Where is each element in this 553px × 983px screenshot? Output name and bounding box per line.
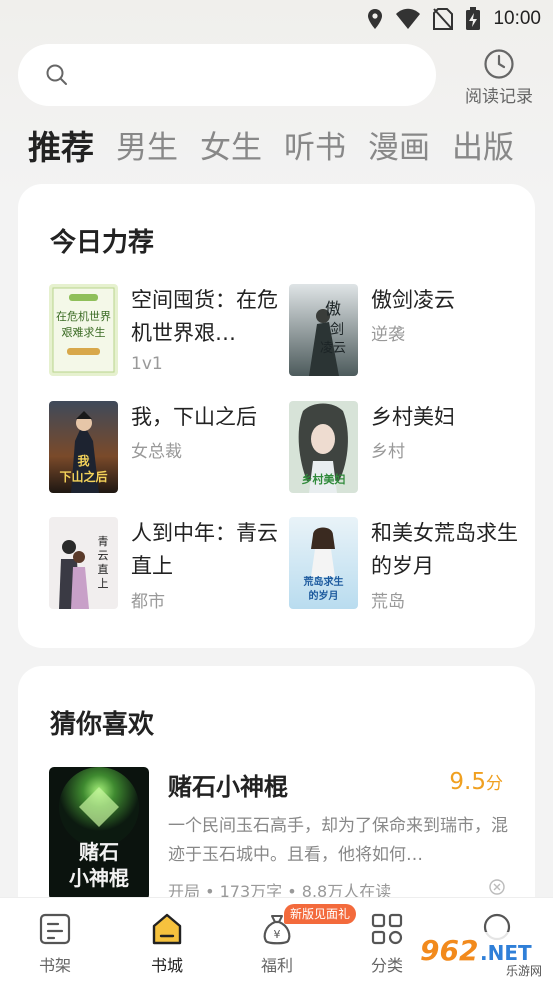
tab-male[interactable]: 男生 bbox=[116, 122, 178, 174]
nav-label: 福利 bbox=[260, 956, 293, 975]
recommend-card: 今日力荐 在危机世界 艰难求生 空间囤货：在危机世界艰… 1v1 傲 剑 凌云 … bbox=[18, 184, 535, 648]
book-tag: 逆袭 bbox=[371, 325, 405, 345]
tab-audiobook[interactable]: 听书 bbox=[284, 122, 346, 174]
svg-text:我: 我 bbox=[77, 453, 89, 468]
book-tag: 荒岛 bbox=[371, 592, 405, 612]
book-tag: 1v1 bbox=[131, 354, 163, 374]
wifi-icon bbox=[396, 8, 421, 29]
svg-text:直: 直 bbox=[98, 562, 109, 576]
guess-card: 猜你喜欢 赌石 小神棍 赌石小神棍 9.5分 一个民间玉石高手，却为了保命来到瑞… bbox=[18, 666, 535, 926]
battery-charging-icon bbox=[466, 7, 481, 30]
book-item[interactable]: 傲 剑 凌云 傲剑凌云 逆袭 bbox=[289, 284, 519, 378]
book-title: 人到中年：青云直上 bbox=[131, 521, 278, 578]
book-item[interactable]: 我 下山之后 我，下山之后 女总裁 bbox=[49, 401, 279, 495]
book-tag: 乡村 bbox=[371, 442, 405, 462]
book-cover: 乡村美妇 bbox=[289, 401, 358, 493]
book-cover: 在危机世界 艰难求生 bbox=[49, 284, 118, 376]
svg-text:艰难求生: 艰难求生 bbox=[62, 325, 106, 339]
svg-text:荒岛求生: 荒岛求生 bbox=[303, 575, 344, 588]
book-title: 我，下山之后 bbox=[131, 405, 257, 429]
svg-text:在危机世界: 在危机世界 bbox=[56, 309, 111, 323]
clock-icon bbox=[484, 49, 514, 79]
no-sim-icon bbox=[433, 8, 454, 30]
guess-book-cover[interactable]: 赌石 小神棍 bbox=[49, 767, 149, 900]
status-time: 10:00 bbox=[493, 8, 541, 29]
book-title: 空间囤货：在危机世界艰… bbox=[131, 288, 278, 345]
site-watermark: 962 .NET 乐游网 bbox=[414, 930, 550, 980]
tab-recommend[interactable]: 推荐 bbox=[28, 122, 94, 174]
nav-bookstore[interactable]: 书城 bbox=[127, 912, 207, 976]
location-icon bbox=[368, 9, 383, 29]
book-title: 傲剑凌云 bbox=[371, 288, 455, 312]
reading-history-label: 阅读记录 bbox=[465, 87, 533, 107]
bookshelf-icon bbox=[39, 913, 71, 945]
guess-book-description: 一个民间玉石高手，却为了保命来到瑞市，混迹于玉石城中。且看，他将如何… bbox=[168, 816, 508, 865]
watermark-domain: .NET bbox=[480, 941, 532, 965]
svg-text:上: 上 bbox=[98, 577, 109, 590]
watermark-subtitle: 乐游网 bbox=[506, 964, 542, 978]
book-title: 乡村美妇 bbox=[371, 405, 455, 429]
guess-title: 猜你喜欢 bbox=[50, 710, 155, 740]
search-icon bbox=[46, 64, 67, 85]
book-item[interactable]: 乡村美妇 乡村美妇 乡村 bbox=[289, 401, 519, 495]
tab-comics[interactable]: 漫画 bbox=[368, 122, 430, 174]
gift-badge: 新版见面礼 bbox=[284, 904, 357, 924]
category-tabs: 推荐 男生 女生 听书 漫画 出版 bbox=[28, 122, 536, 174]
book-cover: 青 云 直 上 bbox=[49, 517, 118, 609]
book-title: 和美女荒岛求生的岁月 bbox=[371, 521, 518, 578]
book-cover: 傲 剑 凌云 bbox=[289, 284, 358, 376]
home-icon bbox=[152, 913, 182, 945]
book-cover: 我 下山之后 bbox=[49, 401, 118, 493]
book-item[interactable]: 在危机世界 艰难求生 空间囤货：在危机世界艰… 1v1 bbox=[49, 284, 279, 378]
svg-text:凌云: 凌云 bbox=[320, 341, 346, 356]
book-cover: 荒岛求生 的岁月 bbox=[289, 517, 358, 609]
category-grid-icon bbox=[371, 913, 403, 945]
book-item[interactable]: 青 云 直 上 人到中年：青云直上 都市 bbox=[49, 517, 279, 612]
nav-label: 分类 bbox=[370, 956, 403, 975]
svg-text:剑: 剑 bbox=[330, 322, 344, 338]
book-tag: 都市 bbox=[131, 592, 165, 612]
recommend-title: 今日力荐 bbox=[50, 228, 155, 258]
nav-bookshelf[interactable]: 书架 bbox=[15, 912, 95, 976]
book-tag: 女总裁 bbox=[131, 442, 182, 462]
svg-text:乡村美妇: 乡村美妇 bbox=[302, 472, 346, 486]
tab-publishing[interactable]: 出版 bbox=[452, 122, 514, 174]
svg-text:下山之后: 下山之后 bbox=[59, 469, 107, 484]
search-input[interactable] bbox=[18, 44, 436, 106]
nav-label: 书城 bbox=[150, 956, 183, 975]
svg-text:青: 青 bbox=[98, 535, 109, 548]
svg-text:赌石: 赌石 bbox=[79, 840, 119, 864]
guess-book-title[interactable]: 赌石小神棍 bbox=[168, 767, 288, 802]
svg-text:傲: 傲 bbox=[325, 299, 341, 318]
nav-label: 书架 bbox=[38, 956, 71, 975]
svg-text:云: 云 bbox=[98, 549, 109, 562]
tab-female[interactable]: 女生 bbox=[200, 122, 262, 174]
dismiss-icon[interactable] bbox=[489, 879, 505, 895]
book-item[interactable]: 荒岛求生 的岁月 和美女荒岛求生的岁月 荒岛 bbox=[289, 517, 519, 612]
score-value: 9.5 bbox=[449, 769, 486, 795]
svg-text:¥: ¥ bbox=[274, 928, 281, 941]
guess-book-score: 9.5分 bbox=[449, 769, 503, 795]
watermark-brand: 962 bbox=[420, 934, 478, 967]
svg-text:小神棍: 小神棍 bbox=[69, 866, 129, 890]
reading-history-button[interactable]: 阅读记录 bbox=[458, 48, 540, 108]
status-bar: 10:00 bbox=[0, 0, 553, 40]
score-unit: 分 bbox=[486, 774, 503, 794]
svg-text:的岁月: 的岁月 bbox=[309, 589, 339, 602]
